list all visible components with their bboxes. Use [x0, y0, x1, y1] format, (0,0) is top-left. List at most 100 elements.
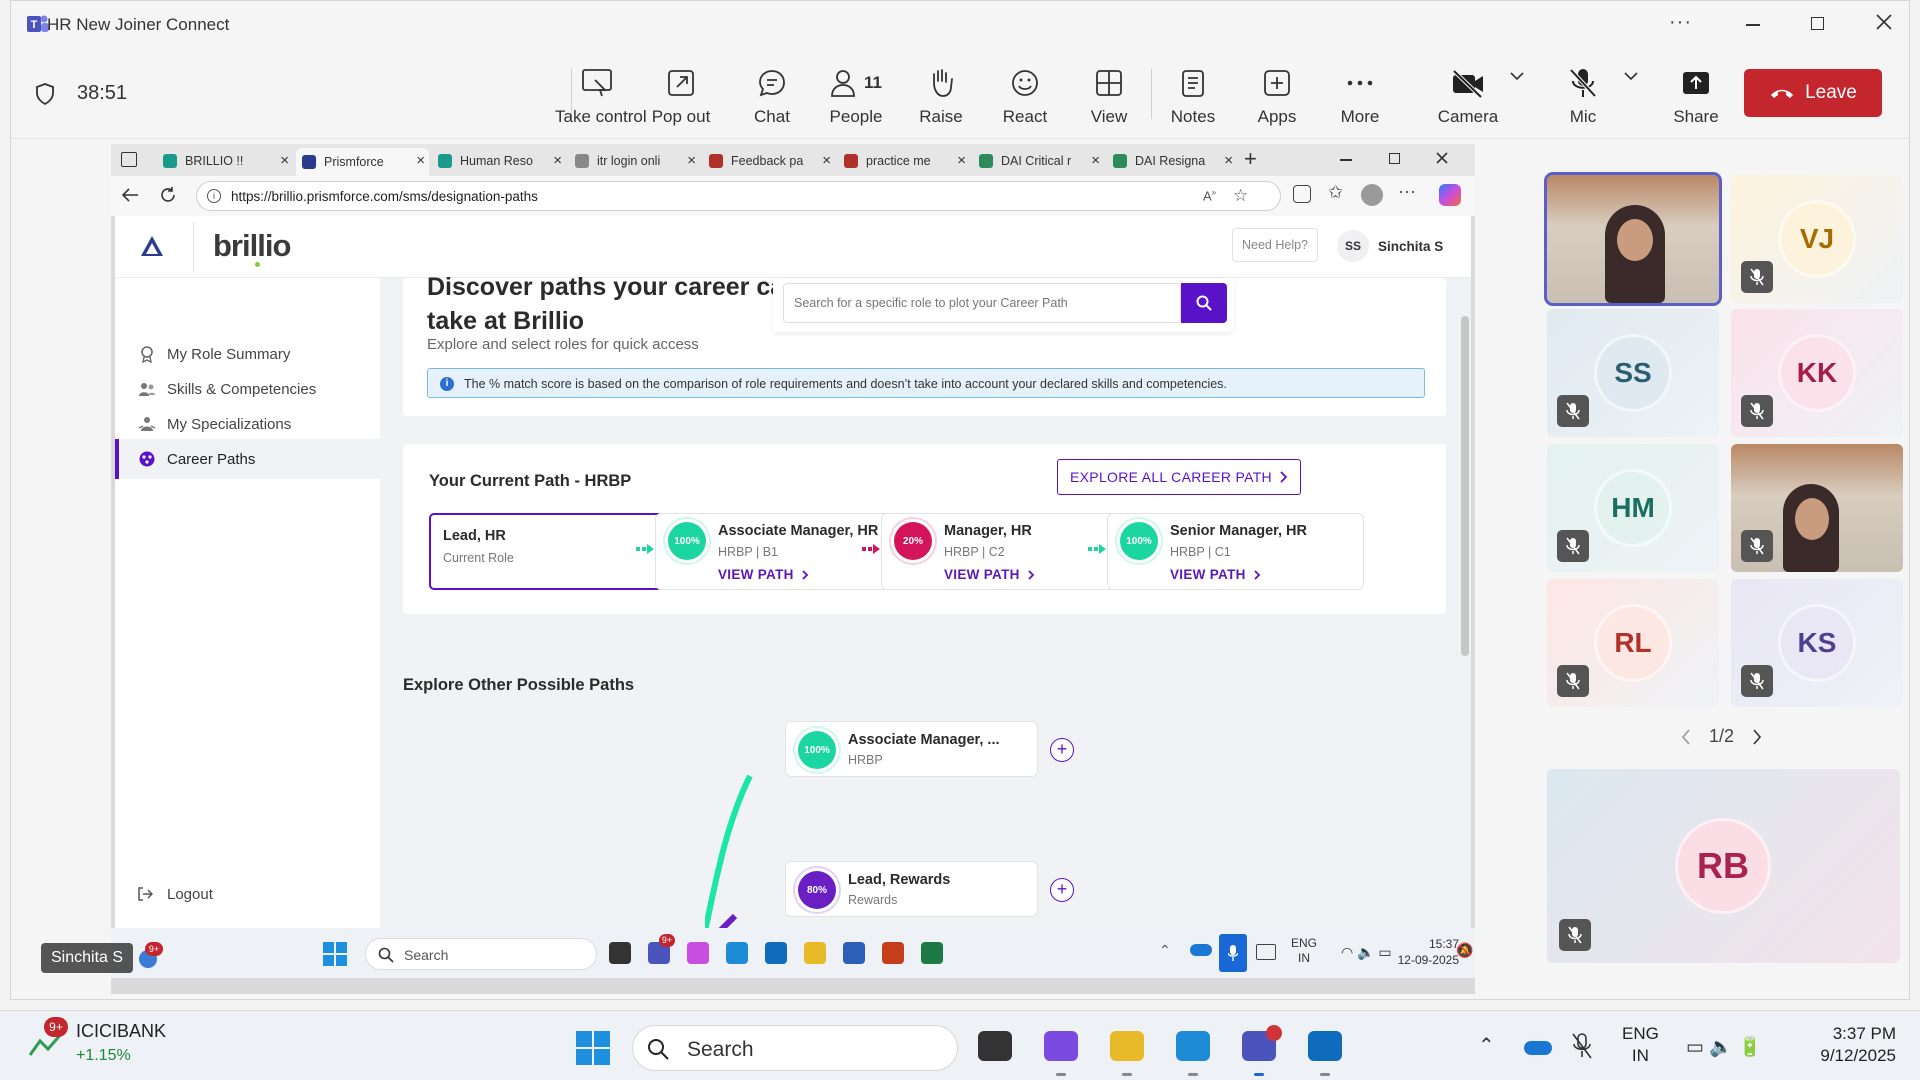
browser-tab[interactable]: DAI Resigna ×	[1107, 148, 1237, 174]
tray-chevron-icon[interactable]: ⌃	[1478, 1033, 1495, 1058]
path-node[interactable]: 100% Senior Manager, HR HRBP | C1 VIEW PATH	[1107, 513, 1364, 590]
sidebar-item-career-paths[interactable]: Career Paths	[115, 439, 380, 479]
possible-path-node[interactable]: 100% Associate Manager, ... HRBP +	[785, 721, 1074, 777]
view-path-link[interactable]: VIEW PATH	[944, 567, 1035, 582]
logout-link[interactable]: Logout	[167, 886, 213, 903]
browser-tab[interactable]: Prismforce ×	[296, 148, 429, 176]
expand-path-button[interactable]: +	[1050, 738, 1074, 762]
apps-button[interactable]: Apps	[1235, 63, 1319, 137]
os-lang[interactable]: ENG IN	[1622, 1023, 1659, 1067]
view-path-link[interactable]: VIEW PATH	[1170, 567, 1261, 582]
refresh-icon[interactable]	[159, 186, 177, 204]
need-help-button[interactable]: Need Help?	[1232, 228, 1318, 262]
more-button[interactable]: More	[1318, 63, 1402, 137]
tab-close-icon[interactable]: ×	[280, 152, 289, 169]
browser-tab[interactable]: DAI Critical r ×	[973, 148, 1104, 174]
os-clock[interactable]: 3:37 PM 9/12/2025	[1796, 1023, 1896, 1067]
extensions-icon[interactable]	[1293, 185, 1311, 203]
participant-video-tile[interactable]	[1731, 444, 1903, 572]
network-volume-battery-icons[interactable]: ▭ 🔈 🔋	[1686, 1035, 1762, 1059]
user-avatar[interactable]: SS	[1337, 230, 1369, 262]
start-icon[interactable]	[576, 1031, 610, 1065]
browser-close-icon[interactable]	[1435, 151, 1449, 165]
page-scrollbar[interactable]	[1461, 316, 1469, 656]
take-control-button[interactable]: Take control	[555, 63, 647, 137]
teams-window: T HR New Joiner Connect ··· 38:51 Leave …	[10, 0, 1911, 1000]
url-field[interactable]: i https://brillio.prismforce.com/sms/des…	[196, 181, 1281, 211]
notes-button[interactable]: Notes	[1151, 63, 1235, 137]
share-button[interactable]: Share	[1654, 63, 1738, 137]
sidebar-item-skills-competencies[interactable]: Skills & Competencies	[115, 369, 380, 409]
copilot-icon[interactable]	[1439, 184, 1461, 206]
participant-tile[interactable]: HM	[1547, 444, 1719, 572]
browser-tab[interactable]: BRILLIO !! ×	[157, 148, 293, 174]
tab-close-icon[interactable]: ×	[1091, 152, 1100, 169]
m365-copilot-icon[interactable]	[1044, 1031, 1078, 1061]
minimize-icon[interactable]	[1746, 24, 1760, 26]
discover-card: Discover paths your career can take at B…	[403, 273, 1446, 416]
gallery-prev-icon[interactable]	[1681, 728, 1691, 745]
tab-close-icon[interactable]: ×	[553, 152, 562, 169]
onedrive-icon[interactable]	[1524, 1041, 1552, 1055]
window-options-icon[interactable]: ···	[1669, 11, 1692, 34]
new-tab-icon[interactable]: +	[1244, 146, 1257, 172]
view-button[interactable]: View	[1067, 63, 1151, 137]
task-view-icon[interactable]	[978, 1031, 1012, 1061]
participant-tile[interactable]: RL	[1547, 579, 1719, 707]
camera-options-chevron-icon[interactable]	[1509, 71, 1525, 81]
info-text: The % match score is based on the compar…	[464, 377, 1227, 391]
mic-options-chevron-icon[interactable]	[1623, 71, 1639, 81]
leave-button[interactable]: Leave	[1744, 69, 1882, 117]
browser-menu-icon[interactable]: ···	[1398, 181, 1416, 202]
tab-favicon-icon	[302, 155, 316, 169]
participant-tile[interactable]: KK	[1731, 309, 1903, 437]
react-button[interactable]: React	[983, 63, 1067, 137]
edge-icon[interactable]	[1176, 1031, 1210, 1061]
file-explorer-icon[interactable]	[1110, 1031, 1144, 1061]
close-window-icon[interactable]	[1875, 13, 1893, 31]
role-search-button[interactable]	[1181, 283, 1227, 323]
tab-close-icon[interactable]: ×	[416, 152, 425, 169]
participant-video-tile[interactable]	[1544, 172, 1722, 306]
participant-tile-large[interactable]: RB	[1547, 769, 1900, 963]
tab-close-icon[interactable]: ×	[687, 152, 696, 169]
mic-button[interactable]: Mic	[1541, 63, 1625, 137]
participant-tile[interactable]: SS	[1547, 309, 1719, 437]
profile-icon[interactable]	[1361, 184, 1383, 206]
browser-restore-icon[interactable]	[1389, 153, 1400, 164]
gallery-next-icon[interactable]	[1752, 728, 1762, 745]
browser-tab[interactable]: Human Reso ×	[432, 148, 566, 174]
camera-button[interactable]: Camera	[1426, 63, 1510, 137]
view-path-link[interactable]: VIEW PATH	[718, 567, 809, 582]
expand-path-button[interactable]: +	[1050, 878, 1074, 902]
participant-tile[interactable]: VJ	[1731, 175, 1903, 303]
user-name[interactable]: Sinchita S	[1378, 239, 1443, 254]
chat-button[interactable]: Chat	[730, 63, 814, 137]
site-info-icon[interactable]: i	[207, 189, 221, 203]
back-icon[interactable]	[121, 187, 139, 203]
browser-tab[interactable]: practice me ×	[838, 148, 970, 174]
maximize-icon[interactable]	[1811, 17, 1824, 30]
pop-out-button[interactable]: Pop out	[639, 63, 723, 137]
tab-close-icon[interactable]: ×	[822, 152, 831, 169]
os-search-box[interactable]: Search	[632, 1025, 958, 1071]
tab-actions-icon[interactable]	[121, 152, 137, 167]
sidebar-item-my-specializations[interactable]: My Specializations	[115, 404, 380, 444]
role-search-input[interactable]: Search for a specific role to plot your …	[783, 283, 1181, 323]
favorites-icon[interactable]: ✩	[1328, 182, 1343, 203]
browser-minimize-icon[interactable]	[1340, 159, 1352, 161]
tab-close-icon[interactable]: ×	[957, 152, 966, 169]
sidebar-item-my-role-summary[interactable]: My Role Summary	[115, 334, 380, 374]
participant-tile[interactable]: KS	[1731, 579, 1903, 707]
people-button[interactable]: 11 People	[814, 63, 898, 137]
favorite-star-icon[interactable]: ☆	[1233, 186, 1248, 206]
outlook-icon[interactable]	[1308, 1031, 1342, 1061]
browser-tab[interactable]: itr login onli ×	[569, 148, 700, 174]
read-aloud-icon[interactable]: A»	[1203, 188, 1216, 203]
mic-muted-tray-icon[interactable]	[1572, 1033, 1592, 1059]
explore-all-career-path-button[interactable]: EXPLORE ALL CAREER PATH	[1057, 459, 1301, 495]
browser-tab[interactable]: Feedback pa ×	[703, 148, 835, 174]
possible-path-node[interactable]: 80% Lead, Rewards Rewards +	[785, 861, 1074, 917]
raise-button[interactable]: Raise	[899, 63, 983, 137]
tab-close-icon[interactable]: ×	[1224, 152, 1233, 169]
